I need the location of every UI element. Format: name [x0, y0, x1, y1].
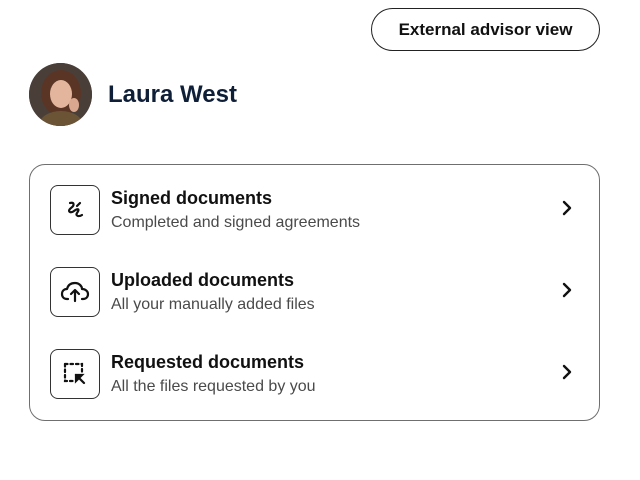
cloud-upload-icon [50, 267, 100, 317]
row-title: Signed documents [111, 188, 273, 208]
documents-card: Signed documents Completed and signed ag… [29, 164, 600, 421]
signature-icon [50, 185, 100, 235]
avatar-photo [29, 63, 92, 126]
uploaded-documents-row[interactable]: Uploaded documents All your manually add… [30, 252, 599, 334]
page: External advisor view Laura West Signed … [0, 0, 640, 480]
row-subtitle: Completed and signed agreements [111, 214, 361, 231]
row-subtitle: All your manually added files [111, 296, 315, 313]
row-subtitle: All the files requested by you [111, 378, 316, 395]
chevron-right-icon [561, 363, 573, 386]
row-title: Requested documents [111, 352, 305, 372]
signed-documents-row[interactable]: Signed documents Completed and signed ag… [30, 170, 599, 252]
external-advisor-view-button[interactable]: External advisor view [371, 8, 600, 51]
avatar [29, 63, 92, 126]
chevron-right-icon [561, 281, 573, 304]
request-select-icon [50, 349, 100, 399]
profile-header: Laura West [29, 63, 237, 126]
row-title: Uploaded documents [111, 270, 295, 290]
requested-documents-row[interactable]: Requested documents All the files reques… [30, 334, 599, 416]
user-name: Laura West [108, 80, 237, 108]
chevron-right-icon [561, 199, 573, 222]
